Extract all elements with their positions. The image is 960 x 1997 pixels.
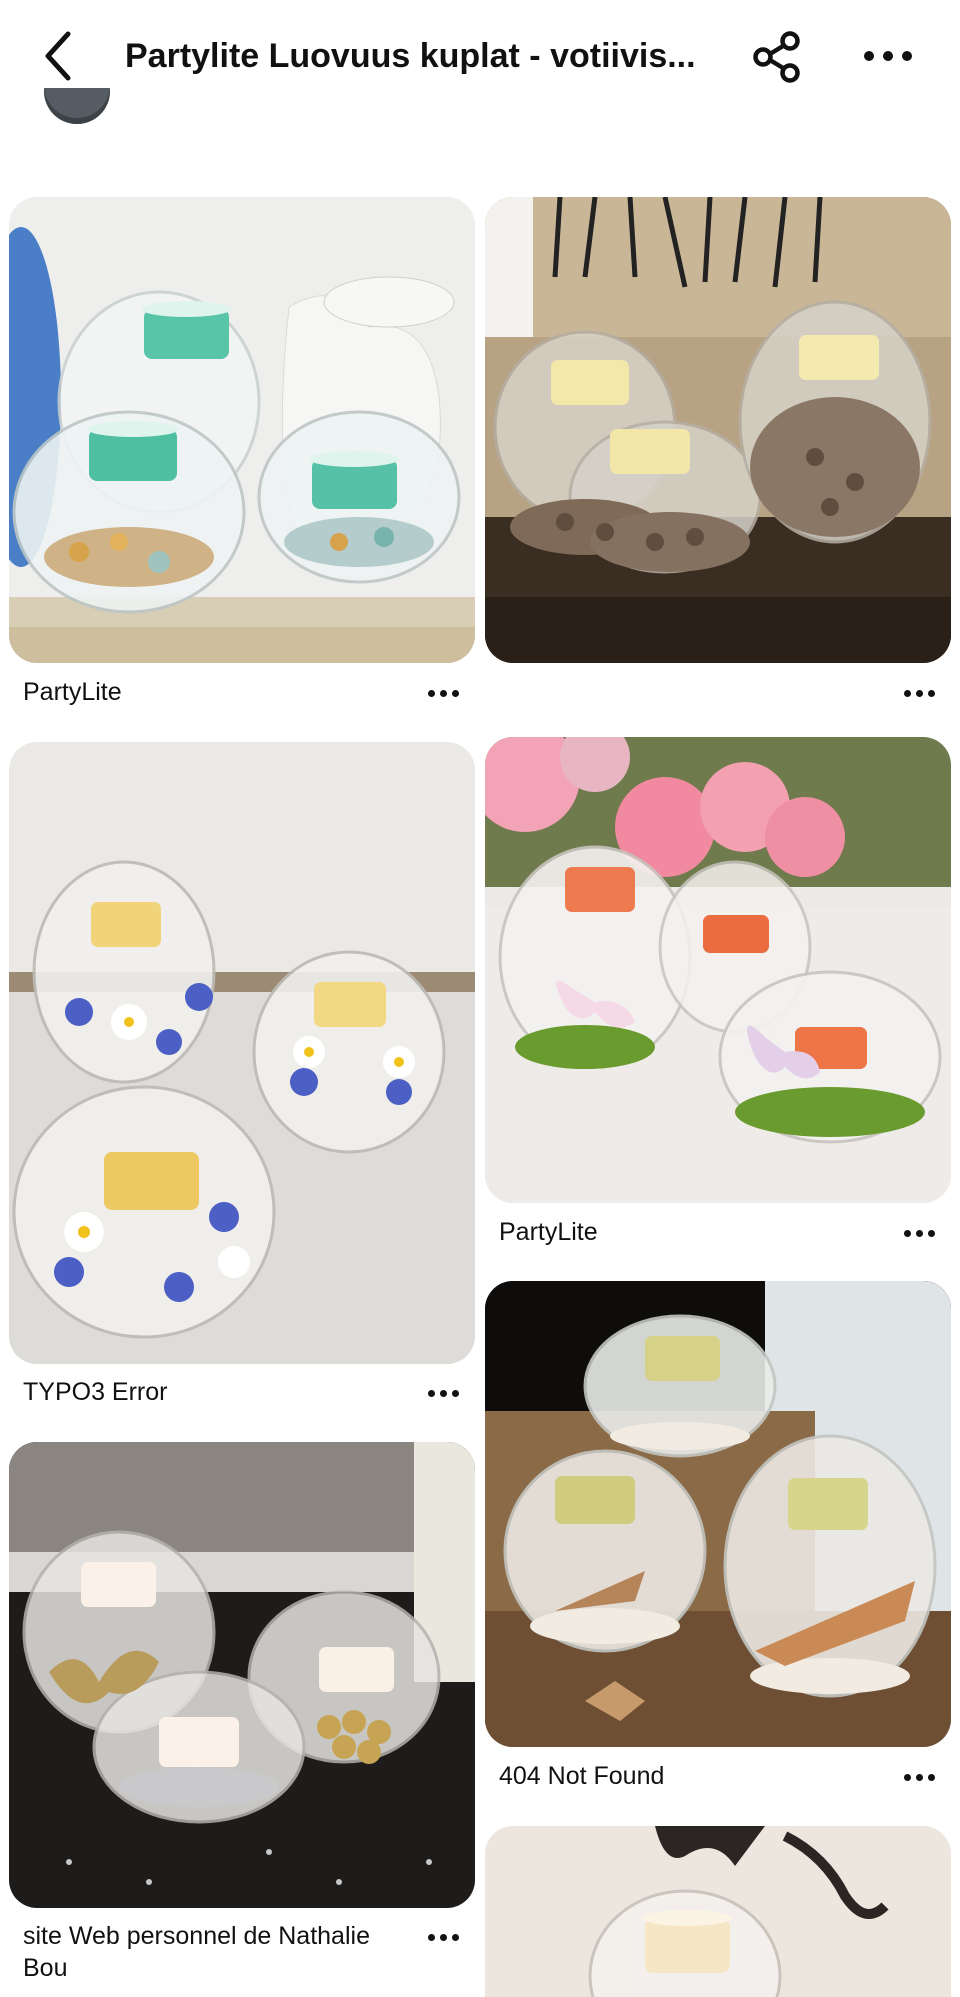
pin-image[interactable] (9, 197, 475, 663)
pin-card (485, 1826, 951, 1997)
share-icon (753, 31, 800, 83)
pin-image[interactable] (485, 1826, 951, 1997)
ellipsis-icon (903, 1773, 935, 1781)
pin-card: PartyLite (9, 197, 475, 717)
pin-card (485, 197, 951, 717)
pin-image[interactable] (9, 1442, 475, 1908)
avatar[interactable] (44, 88, 110, 138)
pin-footer: PartyLite (485, 1212, 951, 1252)
ellipsis-icon (903, 1229, 935, 1237)
ellipsis-icon (427, 689, 459, 697)
pin-image[interactable] (9, 742, 475, 1364)
pin-footer: site Web personnel de Nathalie Bou (9, 1916, 475, 1996)
pin-image[interactable] (485, 1281, 951, 1747)
pin-card: 404 Not Found (485, 1281, 951, 1801)
pin-card: TYPO3 Error (9, 742, 475, 1422)
pin-source-label: site Web personnel de Nathalie Bou (23, 1922, 370, 1982)
board-title: Partylite Luovuus kuplat - votiivis... (125, 37, 696, 75)
pin-source-label: 404 Not Found (499, 1762, 665, 1790)
back-button[interactable] (30, 22, 86, 90)
pin-more-button[interactable] (417, 1922, 469, 1952)
pin-card: site Web personnel de Nathalie Bou (9, 1442, 475, 1997)
pin-more-button[interactable] (417, 1378, 469, 1408)
pin-more-button[interactable] (417, 678, 469, 708)
ellipsis-icon (903, 689, 935, 697)
pin-image[interactable] (485, 737, 951, 1203)
pin-footer: TYPO3 Error (9, 1372, 475, 1412)
pin-footer: PartyLite (9, 672, 475, 712)
pin-footer (485, 672, 951, 712)
pin-source-label: TYPO3 Error (23, 1378, 168, 1406)
pin-footer: 404 Not Found (485, 1756, 951, 1796)
pin-image[interactable] (485, 197, 951, 663)
pin-source-label: PartyLite (23, 678, 122, 706)
pin-more-button[interactable] (893, 678, 945, 708)
pin-source-label: PartyLite (499, 1218, 598, 1246)
more-options-button[interactable] (856, 30, 920, 82)
ellipsis-icon (864, 51, 912, 61)
top-bar: Partylite Luovuus kuplat - votiivis... (0, 0, 960, 112)
pin-more-button[interactable] (893, 1762, 945, 1792)
pin-more-button[interactable] (893, 1218, 945, 1248)
ellipsis-icon (427, 1389, 459, 1397)
pin-card: PartyLite (485, 737, 951, 1257)
chevron-left-icon (45, 31, 71, 81)
ellipsis-icon (427, 1933, 459, 1941)
share-button[interactable] (748, 28, 806, 86)
